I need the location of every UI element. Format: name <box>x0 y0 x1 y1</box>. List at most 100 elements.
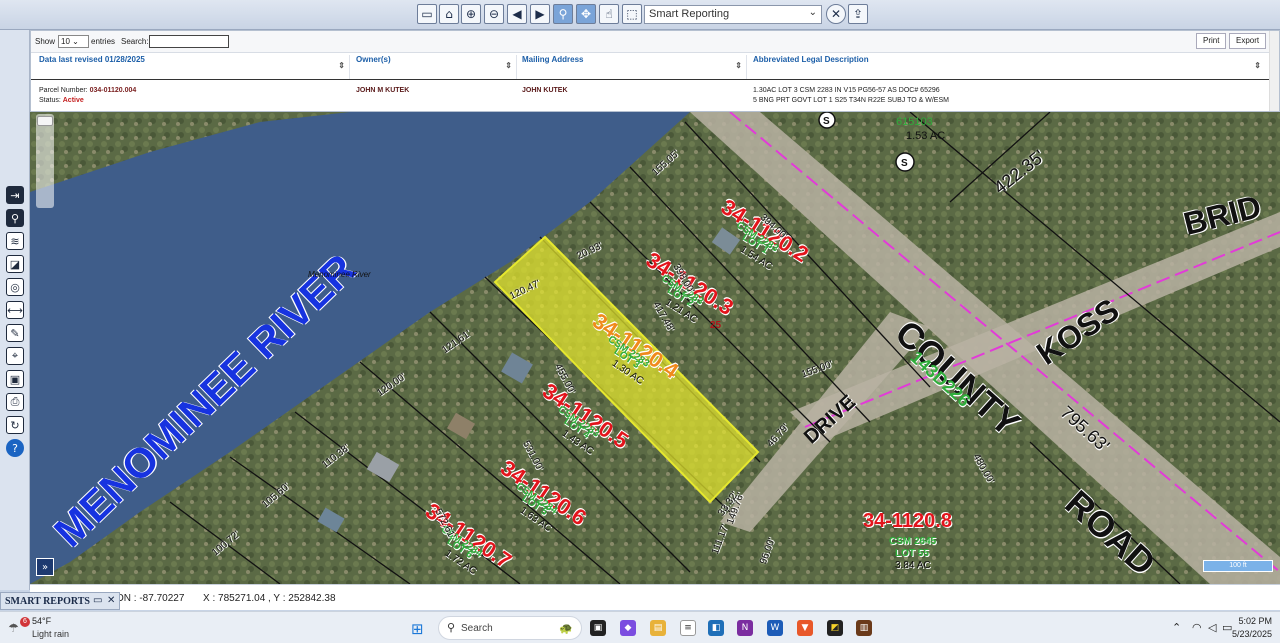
chevron-down-icon: ⌄ <box>808 7 817 18</box>
column-header-legal-label: Abbreviated Legal Description <box>753 55 869 64</box>
column-separator <box>349 55 350 79</box>
sort-icon: ⇕ <box>338 61 345 70</box>
clock-date[interactable]: 5/23/2025 <box>1222 629 1272 639</box>
print-button[interactable]: Print <box>1196 33 1227 49</box>
report-controls: Show 10 ⌄ entries Search: Print Export <box>31 31 1279 53</box>
draw-icon[interactable]: ✎ <box>6 324 24 342</box>
sort-icon: ⇕ <box>735 61 742 70</box>
app-icon[interactable]: ▥ <box>856 620 872 636</box>
column-header-revised[interactable]: Data last revised 01/28/2025 ⇕ <box>39 55 349 79</box>
chevron-up-icon[interactable]: ⌃ <box>1172 621 1181 634</box>
store-icon[interactable]: ◧ <box>708 620 724 636</box>
layers-icon[interactable]: ≋ <box>6 232 24 250</box>
report-scrollbar[interactable] <box>1269 31 1279 111</box>
export-button[interactable]: Export <box>1229 33 1267 49</box>
map-view[interactable]: S S MENOMINEE RIVER Menominee River COUNTY… <box>30 112 1280 584</box>
print-icon[interactable]: ⎙ <box>6 393 24 411</box>
select-area-icon[interactable]: ⬚ <box>622 4 642 24</box>
smart-report-panel: Show 10 ⌄ entries Search: Print Export D… <box>30 30 1280 112</box>
sticky-notes-icon[interactable]: ◩ <box>827 620 843 636</box>
main-toolbar: ▭ ⌂ ⊕ ⊖ ◀ ▶ ⚲ ✥ ☝ ⬚ Smart Reporting ⌄ ✕ … <box>0 0 1280 30</box>
show-label: Show <box>35 37 56 46</box>
weather-desc[interactable]: Light rain <box>32 629 69 639</box>
entries-label: entries <box>91 37 116 46</box>
task-view-icon[interactable]: ▣ <box>590 620 606 636</box>
taskbar-search-label: Search <box>461 623 493 634</box>
weather-temp[interactable]: 54°F <box>32 616 51 626</box>
measure-icon[interactable]: ⟷ <box>6 301 24 319</box>
scale-bar: 100 ft <box>1203 560 1273 572</box>
legal-line-2: 5 BNG PRT GOVT LOT 1 S25 T34N R22E SUBJ … <box>753 97 949 104</box>
help-icon[interactable]: ? <box>6 439 24 457</box>
previous-extent-icon[interactable]: ◀ <box>507 4 527 24</box>
buffer-icon[interactable]: ◎ <box>6 278 24 296</box>
windows-start-icon[interactable]: ⊞ <box>411 620 424 638</box>
column-header-mailing-label: Mailing Address <box>522 55 584 64</box>
left-tool-rail: ⇥ ⚲ ≋ ◪ ◎ ⟷ ✎ ⌖ ▣ ⎙ ↻ ? <box>0 30 30 590</box>
full-extent-icon[interactable]: ▭ <box>417 4 437 24</box>
home-icon[interactable]: ⌂ <box>439 4 459 24</box>
search-label: Search: <box>121 37 149 46</box>
next-extent-icon[interactable]: ▶ <box>530 4 550 24</box>
river-small-label: Menominee River <box>308 270 371 279</box>
entries-select[interactable]: 10 ⌄ <box>58 35 89 48</box>
identify-icon[interactable]: ⚲ <box>553 4 573 24</box>
zoom-out-icon[interactable]: ⊖ <box>484 4 504 24</box>
sort-icon: ⇕ <box>505 61 512 70</box>
taskbar-search[interactable]: ⚲ Search 🐢 <box>438 616 582 640</box>
sync-icon[interactable]: ↻ <box>6 416 24 434</box>
sort-icon: ⇕ <box>1254 61 1261 70</box>
brave-browser-icon[interactable]: ▼ <box>797 620 813 636</box>
xy-readout: X : 785271.04 , Y : 252842.38 <box>203 593 336 604</box>
weather-icon[interactable]: ☂ <box>8 621 19 635</box>
coordinate-bar: ON : -87.70227 X : 785271.04 , Y : 25284… <box>30 584 1280 610</box>
onenote-icon[interactable]: N <box>737 620 753 636</box>
column-separator <box>516 55 517 79</box>
small-marker-label: 25 <box>710 320 722 331</box>
zoom-in-icon[interactable]: ⊕ <box>461 4 481 24</box>
notepad-icon[interactable]: ≡ <box>680 620 696 636</box>
export-map-icon[interactable]: ⇪ <box>848 4 868 24</box>
reporting-select[interactable]: Smart Reporting ⌄ <box>644 5 822 24</box>
column-header-owner[interactable]: Owner(s) ⇕ <box>356 55 516 79</box>
sign-marker-s: S <box>901 158 908 169</box>
column-header-mailing[interactable]: Mailing Address ⇕ <box>522 55 746 79</box>
column-header-legal[interactable]: Abbreviated Legal Description ⇕ <box>753 55 1265 79</box>
file-explorer-icon[interactable]: ▤ <box>650 620 666 636</box>
clear-icon[interactable]: ✕ <box>826 4 846 24</box>
column-header-revised-label: Data last revised 01/28/2025 <box>39 55 145 64</box>
pan-icon[interactable]: ✥ <box>576 4 596 24</box>
owner-cell: JOHN M KUTEK <box>356 87 410 94</box>
search-icon[interactable]: ⚲ <box>6 209 24 227</box>
locate-icon[interactable]: ⌖ <box>6 347 24 365</box>
wifi-icon[interactable]: ◠ <box>1192 621 1202 634</box>
reporting-select-value: Smart Reporting <box>649 8 730 20</box>
select-hand-icon[interactable]: ☝ <box>599 4 619 24</box>
parcel-acres-label: 3.84 AC <box>895 560 931 571</box>
parcel-csm-label: CSM 2645 <box>889 536 937 547</box>
parcel-lot-label: LOT 55 <box>895 548 929 559</box>
status-cell: Status: Active <box>39 97 84 104</box>
entries-select-value: 10 <box>61 37 70 46</box>
column-separator <box>746 55 747 79</box>
login-icon[interactable]: ⇥ <box>6 186 24 204</box>
weather-badge: 6 <box>20 617 30 627</box>
expand-icon[interactable]: » <box>36 558 54 576</box>
smart-reports-tab[interactable]: SMART REPORTS ▭ ✕ <box>0 592 120 610</box>
parcel-id-label: 34-1120.8 <box>863 510 952 532</box>
volume-icon[interactable]: ◁ <box>1208 621 1216 634</box>
copilot-icon[interactable]: ◆ <box>620 620 636 636</box>
close-icon[interactable]: ✕ <box>107 595 115 606</box>
upper-parcel-doc: 615103 <box>896 116 933 128</box>
zoom-slider[interactable] <box>36 114 54 208</box>
report-search-input[interactable] <box>149 35 229 48</box>
zoom-slider-handle[interactable] <box>37 116 53 126</box>
sign-marker-s: S <box>823 116 830 127</box>
clock-time[interactable]: 5:02 PM <box>1232 616 1272 626</box>
image-icon[interactable]: ▣ <box>6 370 24 388</box>
restore-icon[interactable]: ▭ <box>93 595 102 606</box>
status-badge: Active <box>62 97 84 104</box>
word-icon[interactable]: W <box>767 620 783 636</box>
parcel-number-value: 034-01120.004 <box>89 87 137 94</box>
basemap-icon[interactable]: ◪ <box>6 255 24 273</box>
